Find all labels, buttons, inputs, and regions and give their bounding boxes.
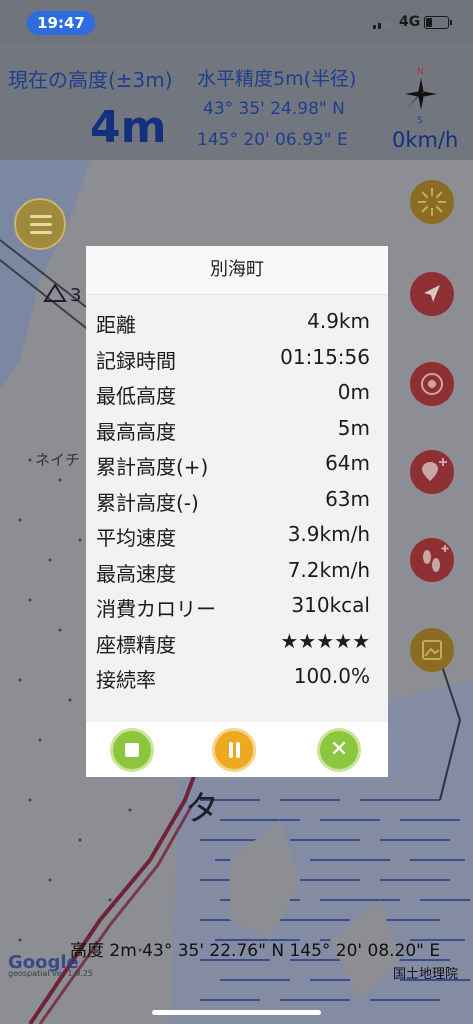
footprints-icon [423,545,449,572]
compass-icon: N S [405,67,437,124]
dialog-actions: ✕ [86,722,388,777]
footprints-button[interactable] [410,538,454,582]
status-bar: 19:47 4G [0,0,473,44]
altitude-value: 4m [90,102,167,153]
accuracy-stars: ★★★★★ [280,628,370,653]
map-attribution[interactable]: 国土地理院 [393,963,458,982]
add-pin-button[interactable] [410,450,454,494]
stat-label: 累計高度(-) [96,490,199,515]
altitude-label: 現在の高度(±3m) [8,68,173,92]
network-type: 4G [399,14,421,30]
stat-label: 平均速度 [96,526,176,550]
accuracy-label: 水平精度5m(半径) [197,68,357,90]
stat-row-average-speed: 平均速度 3.9km/h [86,516,388,552]
photo-icon [422,640,442,660]
stat-row-cumulative-descent: 累計高度(-) 63m [86,481,388,517]
stat-row-cumulative-ascent: 累計高度(+) 64m [86,445,388,481]
hdr-button[interactable] [410,180,454,224]
bottom-coordinates: 高度 2m 43° 35' 22.76" N 145° 20' 08.20" E [70,941,441,961]
longitude-value: 145° 20' 06.93" E [197,130,348,150]
stat-value: 310kcal [291,593,370,617]
stat-row-max-altitude: 最高高度 5m [86,410,388,446]
home-indicator[interactable] [152,1010,321,1015]
stat-value: 7.2km/h [287,557,370,582]
record-icon [421,373,443,395]
stat-row-record-time: 記録時間 01:15:56 [86,339,388,375]
stat-label: 累計高度(+) [96,455,209,479]
location-button[interactable] [410,272,454,316]
stat-row-coordinate-accuracy: 座標精度 ★★★★★ [86,623,388,659]
sunburst-icon [418,188,446,216]
stop-button[interactable] [110,728,154,772]
stat-label: 記録時間 [96,348,176,373]
stat-value: 0m [337,380,370,404]
record-button[interactable] [410,362,454,406]
stat-label: 最低高度 [96,384,176,408]
stat-value: 5m [337,415,370,440]
stat-label: 最高速度 [96,561,176,586]
compass-n-label: N [417,67,424,77]
stat-row-max-speed: 最高速度 7.2km/h [86,552,388,588]
pin-add-icon [422,458,447,481]
stat-value: 64m [325,451,370,475]
menu-button[interactable] [14,198,66,250]
stat-label: 最高高度 [96,419,176,444]
stat-label: 座標精度 [96,632,176,657]
stat-row-distance: 距離 4.9km [86,303,388,339]
close-button[interactable]: ✕ [317,728,361,772]
stat-row-connection-rate: 接続率 100.0% [86,658,388,694]
status-time: 19:47 [27,11,95,35]
stat-label: 消費カロリー [96,597,216,621]
stat-row-min-altitude: 最低高度 0m [86,374,388,410]
stat-label: 距離 [96,313,136,337]
speed-value: 0km/h [392,128,459,152]
navigation-arrow-icon [424,285,440,302]
stat-value: 100.0% [293,664,370,688]
pause-button[interactable] [212,728,256,772]
track-summary-dialog: 別海町 距離 4.9km 記録時間 01:15:56 最低高度 0m 最高高度 … [86,246,388,777]
dialog-title: 別海町 [86,246,388,295]
compass-s-label: S [417,116,423,124]
stat-value: 3.9km/h [287,522,370,546]
stat-row-calories: 消費カロリー 310kcal [86,587,388,623]
stats-list: 距離 4.9km 記録時間 01:15:56 最低高度 0m 最高高度 5m 累… [86,295,388,723]
stat-value: 4.9km [307,309,370,333]
battery-icon [424,16,452,29]
list-icon [30,215,52,218]
photo-button[interactable] [410,628,454,672]
geospatial-version: geospatial ver 1.9.25 [8,969,94,978]
altitude-header: 現在の高度(±3m) 4m 水平精度5m(半径) 43° 35' 24.98" … [0,44,473,160]
stat-value: 63m [325,486,370,511]
stat-value: 01:15:56 [280,344,370,369]
latitude-value: 43° 35' 24.98" N [203,99,345,119]
stat-label: 接続率 [96,668,156,692]
